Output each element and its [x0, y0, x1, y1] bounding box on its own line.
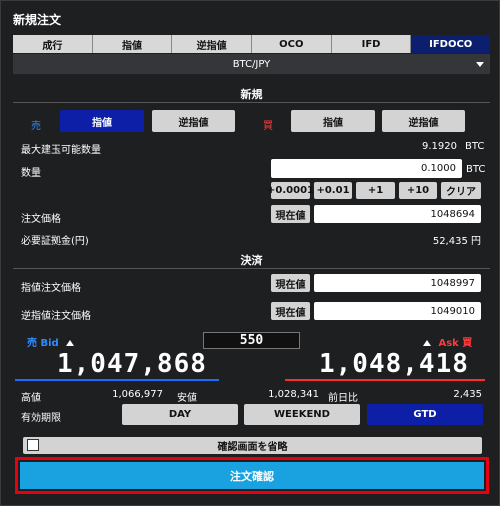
- window-title: 新規注文: [13, 13, 62, 27]
- sell-label: 売: [31, 121, 41, 132]
- chevron-down-icon: [476, 62, 484, 67]
- tab-market[interactable]: 成行: [13, 35, 93, 53]
- settle-limit-label: 指値注文価格: [21, 283, 81, 294]
- ask-price[interactable]: 1,048,418: [319, 349, 469, 379]
- validity-day-button[interactable]: DAY: [122, 404, 238, 425]
- order-confirm-button[interactable]: 注文確認: [20, 462, 484, 489]
- qty-add-10-button[interactable]: +10: [399, 182, 437, 199]
- new-section-heading: 新規: [13, 85, 490, 103]
- ask-header: Ask 買: [423, 334, 472, 349]
- max-qty-value: 9.1920: [422, 141, 457, 152]
- skip-confirm-row[interactable]: 確認画面を省略: [23, 437, 482, 454]
- high-label: 高値: [21, 393, 41, 404]
- ask-label: Ask 買: [438, 338, 473, 349]
- tab-ifdoco[interactable]: IFDOCO: [411, 35, 491, 53]
- qty-label: 数量: [21, 168, 41, 179]
- order-price-label: 注文価格: [21, 214, 61, 225]
- bid-header: 売 Bid: [27, 334, 75, 349]
- low-value: 1,028,341: [268, 389, 319, 400]
- settle-stop-current-button[interactable]: 現在値: [271, 302, 310, 320]
- symbol-label: BTC/JPY: [232, 58, 271, 70]
- order-price-current-button[interactable]: 現在値: [271, 205, 310, 223]
- tab-stop[interactable]: 逆指値: [172, 35, 253, 53]
- settle-stop-input[interactable]: 1049010: [314, 302, 481, 320]
- order-price-input[interactable]: 1048694: [314, 205, 481, 223]
- settle-stop-label: 逆指値注文価格: [21, 311, 91, 322]
- qty-clear-button[interactable]: クリア: [441, 182, 481, 199]
- qty-input[interactable]: 0.1000: [271, 159, 462, 178]
- validity-gtd-button[interactable]: GTD: [367, 404, 483, 425]
- change-value: 2,435: [453, 389, 482, 400]
- triangle-up-icon: [66, 340, 75, 346]
- sell-stop-button[interactable]: 逆指値: [152, 110, 235, 132]
- qty-add-0001-button[interactable]: +0.0001: [267, 182, 314, 199]
- triangle-up-icon: [423, 340, 431, 346]
- max-qty-unit: BTC: [465, 141, 485, 152]
- buy-stop-button[interactable]: 逆指値: [382, 110, 465, 132]
- bid-price[interactable]: 1,047,868: [57, 349, 207, 379]
- spread-value: 550: [203, 332, 300, 349]
- order-type-tabs: 成行 指値 逆指値 OCO IFD IFDOCO: [13, 35, 491, 53]
- sell-limit-button[interactable]: 指値: [60, 110, 144, 132]
- margin-label: 必要証拠金(円): [21, 236, 89, 247]
- max-qty-label: 最大建玉可能数量: [21, 145, 101, 156]
- buy-label: 買: [263, 121, 273, 132]
- high-value: 1,066,977: [112, 389, 163, 400]
- validity-label: 有効期限: [21, 413, 61, 424]
- settle-section-heading: 決済: [13, 251, 490, 269]
- settle-limit-current-button[interactable]: 現在値: [271, 274, 310, 292]
- low-label: 安値: [177, 393, 197, 404]
- tab-ifd[interactable]: IFD: [331, 35, 412, 53]
- skip-confirm-checkbox[interactable]: [27, 439, 39, 451]
- qty-add-001-button[interactable]: +0.01: [314, 182, 352, 199]
- change-label: 前日比: [328, 393, 358, 404]
- validity-weekend-button[interactable]: WEEKEND: [244, 404, 360, 425]
- bid-underline: [15, 379, 219, 381]
- settle-limit-input[interactable]: 1048997: [314, 274, 481, 292]
- qty-unit: BTC: [466, 164, 486, 175]
- skip-confirm-label: 確認画面を省略: [217, 442, 288, 453]
- buy-limit-button[interactable]: 指値: [291, 110, 375, 132]
- submit-highlight: 注文確認: [15, 457, 489, 494]
- ask-underline: [285, 379, 485, 381]
- bid-label: 売 Bid: [27, 338, 59, 349]
- symbol-select[interactable]: BTC/JPY: [13, 54, 490, 74]
- tab-oco[interactable]: OCO: [252, 35, 332, 53]
- order-panel: 新規注文 成行 指値 逆指値 OCO IFD IFDOCO BTC/JPY 新規…: [0, 0, 500, 506]
- margin-value: 52,435 円: [432, 236, 481, 247]
- qty-add-1-button[interactable]: +1: [356, 182, 395, 199]
- tab-limit[interactable]: 指値: [92, 35, 173, 53]
